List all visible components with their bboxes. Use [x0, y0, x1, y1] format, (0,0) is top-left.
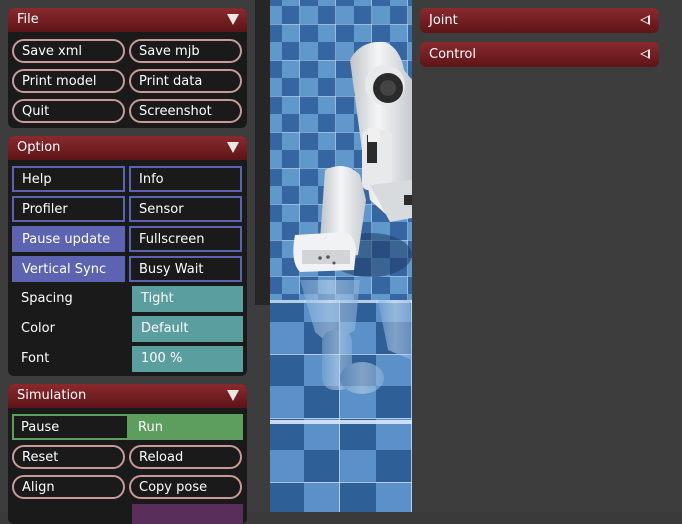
left-pane-scroll-track [255, 305, 270, 512]
expand-triangle-icon[interactable] [640, 15, 650, 25]
collapse-triangle-icon[interactable] [227, 142, 239, 153]
run-radio[interactable]: Run [129, 414, 243, 440]
spacing-label: Spacing [21, 291, 73, 306]
collapse-triangle-icon[interactable] [227, 390, 239, 401]
pause-radio[interactable]: Pause [12, 414, 129, 440]
fullscreen-checkbox[interactable]: Fullscreen [129, 226, 242, 252]
joint-panel-title: Joint [429, 13, 458, 28]
save-mjb-button[interactable]: Save mjb [129, 39, 242, 63]
file-panel: File Save xml Save mjb Print model Print… [8, 8, 247, 128]
collapse-triangle-icon[interactable] [227, 14, 239, 25]
control-panel-header[interactable]: Control [420, 42, 659, 67]
simulation-viewport[interactable] [270, 0, 412, 512]
print-data-button[interactable]: Print data [129, 69, 242, 93]
control-panel-title: Control [429, 47, 476, 62]
sensor-checkbox[interactable]: Sensor [129, 196, 242, 222]
simulation-panel-header[interactable]: Simulation [8, 384, 247, 408]
vertical-sync-checkbox[interactable]: Vertical Sync [12, 256, 125, 282]
reset-button[interactable]: Reset [12, 445, 125, 469]
file-panel-header[interactable]: File [8, 8, 247, 32]
option-panel-title: Option [17, 140, 61, 155]
file-panel-title: File [17, 12, 39, 27]
scene-render [270, 0, 412, 512]
screenshot-button[interactable]: Screenshot [129, 99, 242, 123]
spacing-select[interactable]: Tight [132, 286, 243, 312]
align-button[interactable]: Align [12, 475, 125, 499]
partial-control-row[interactable] [132, 504, 243, 524]
expand-triangle-icon[interactable] [640, 49, 650, 59]
save-xml-button[interactable]: Save xml [12, 39, 125, 63]
busy-wait-checkbox[interactable]: Busy Wait [129, 256, 242, 282]
reload-button[interactable]: Reload [129, 445, 242, 469]
option-panel-header[interactable]: Option [8, 136, 247, 160]
info-checkbox[interactable]: Info [129, 166, 242, 192]
font-label: Font [21, 351, 50, 366]
simulation-panel-title: Simulation [17, 388, 87, 403]
left-pane-scrollbar[interactable] [255, 0, 270, 305]
simulation-panel: Simulation Pause Run Reset Reload Align … [8, 384, 247, 524]
joint-panel-header[interactable]: Joint [420, 8, 659, 33]
profiler-checkbox[interactable]: Profiler [12, 196, 125, 222]
help-checkbox[interactable]: Help [12, 166, 125, 192]
pause-update-checkbox[interactable]: Pause update [12, 226, 125, 252]
quit-button[interactable]: Quit [12, 99, 125, 123]
print-model-button[interactable]: Print model [12, 69, 125, 93]
color-label: Color [21, 321, 55, 336]
copy-pose-button[interactable]: Copy pose [129, 475, 242, 499]
font-select[interactable]: 100 % [132, 346, 243, 372]
color-select[interactable]: Default [132, 316, 243, 342]
right-ui-pane [412, 0, 682, 512]
option-panel: Option Help Info Profiler Sensor Pause u… [8, 136, 247, 376]
